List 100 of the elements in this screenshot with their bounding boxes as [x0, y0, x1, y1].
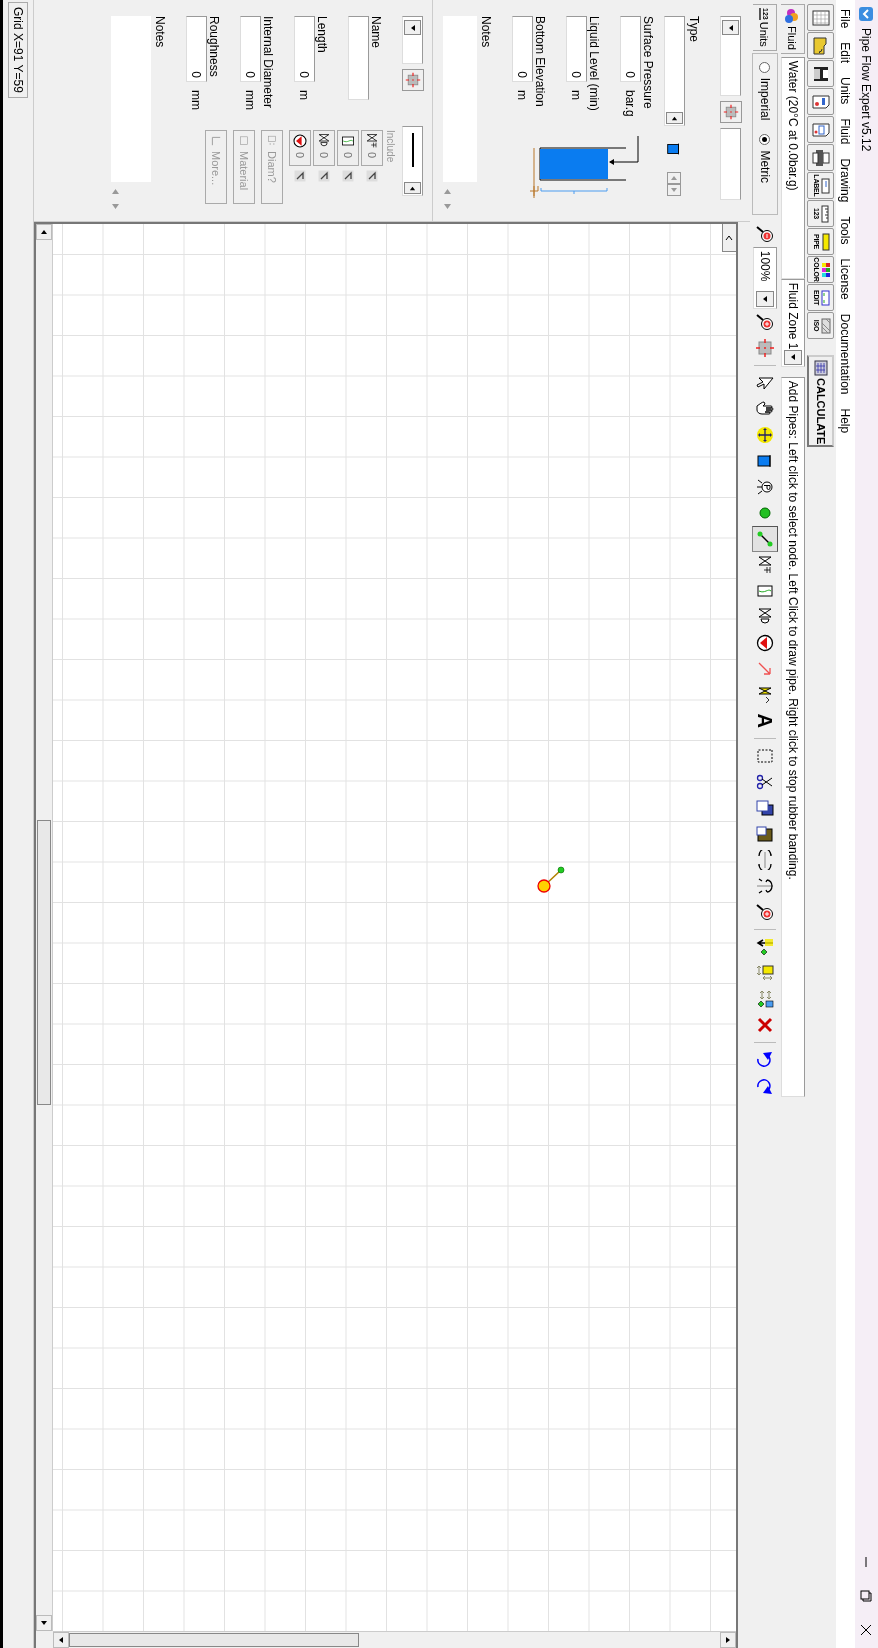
menu-item[interactable]: Help [838, 401, 853, 441]
marker-icon [294, 170, 306, 182]
frame-icon [821, 287, 832, 308]
scroll-left-icon [40, 228, 48, 236]
unit-label: bar.g [623, 90, 638, 117]
tool-button[interactable]: A [752, 707, 778, 734]
tag-icon [821, 175, 832, 196]
copy-icon [755, 797, 775, 818]
scroll-thumb[interactable] [37, 820, 51, 1105]
input-field[interactable]: 0 [186, 16, 207, 82]
chevron-icon [725, 233, 734, 242]
input-field[interactable] [348, 16, 369, 100]
ruler-icon [821, 203, 832, 224]
dropdown-arrow-icon [409, 23, 417, 32]
pump-icon [292, 133, 308, 149]
status-hint: Add Pipes: Left click to select node. Left Click to draw pipe. Right click to stop rubber banding. [781, 376, 805, 1097]
paste-icon [755, 823, 775, 844]
input-field[interactable]: 0 [240, 16, 261, 82]
text-tool-label: A [755, 713, 775, 728]
unit-label: m [297, 90, 312, 100]
fluid-field[interactable]: Water (20°C at 0.0bar.g) [781, 56, 805, 279]
line-icon [411, 133, 415, 167]
scroll-up-button[interactable] [720, 1632, 736, 1648]
pipe-dropdown[interactable] [402, 16, 424, 64]
calculate-button[interactable]: CALCULATE [807, 355, 835, 447]
grid-page-icon [811, 7, 831, 28]
field-label: Internal Diameter [261, 16, 274, 111]
calculator-icon [814, 360, 828, 376]
scroll-right-icon [40, 1619, 48, 1627]
pipe-sketch-drawing [536, 864, 566, 894]
fitting-button[interactable]: 0 [337, 130, 359, 166]
control-valve-icon [316, 133, 332, 149]
undo-icon [755, 1049, 775, 1070]
pump-icon [755, 632, 775, 653]
valve-icon [364, 133, 380, 149]
dropdown-arrow-icon [761, 294, 769, 303]
fitting-button[interactable]: 0 [313, 130, 335, 166]
resize-icon [755, 962, 775, 983]
field-label: Name [369, 16, 382, 50]
dropdown-arrow-icon [789, 353, 797, 362]
printer-icon [811, 147, 831, 168]
menu-item[interactable]: Edit [838, 35, 853, 71]
type-list[interactable] [664, 16, 685, 126]
corner-icon [210, 135, 222, 147]
toolbar-button[interactable] [807, 144, 835, 171]
field-label: Notes [153, 16, 166, 50]
target-button[interactable] [402, 69, 424, 91]
dotted-square-icon [266, 135, 278, 147]
scroll-thumb[interactable] [69, 1633, 359, 1647]
tool-button[interactable] [752, 525, 778, 552]
magnifier-minus-icon [755, 223, 775, 244]
window-title: Pipe Flow Expert v5.12 [859, 28, 874, 154]
collapse-button[interactable] [722, 224, 736, 252]
toolbar-button[interactable] [807, 60, 835, 87]
scroll-left-icon [671, 114, 678, 122]
input-field[interactable]: 0 [620, 16, 641, 82]
field-label: Type [687, 16, 700, 44]
scroll-left-icon [409, 184, 417, 192]
marker-icon [366, 170, 378, 182]
hatch-icon [821, 315, 832, 336]
insert-node-icon [755, 936, 775, 957]
close-icon[interactable] [860, 1624, 873, 1636]
fitting-button[interactable]: 0 [361, 130, 383, 166]
target-button[interactable] [720, 101, 742, 123]
unit-label: m [569, 90, 584, 100]
input-field[interactable]: 0 [512, 16, 533, 82]
menu-item[interactable]: Fluid [838, 111, 853, 152]
node-dropdown[interactable] [720, 16, 742, 96]
pipe-bar-icon [821, 231, 832, 252]
menu-item[interactable]: File [838, 2, 853, 36]
field-label: Bottom Elevation [533, 16, 546, 109]
include-label: Include [385, 130, 396, 165]
scroll-left-button[interactable] [36, 224, 52, 240]
target-icon [755, 337, 775, 358]
app-logo-icon [858, 6, 875, 22]
fluid-tab[interactable]: Fluid [781, 4, 805, 54]
input-field[interactable]: 0 [294, 16, 315, 82]
field-label: Length [315, 16, 328, 55]
fluid-zone-dropdown[interactable]: Fluid Zone 1 [781, 278, 805, 367]
menu-item[interactable]: Tools [838, 209, 853, 252]
menu-item[interactable]: Units [838, 70, 853, 112]
scroll-up-icon [724, 1636, 732, 1644]
menu-item[interactable]: Drawing [838, 151, 853, 210]
line-style-dropdown[interactable] [402, 126, 424, 196]
fitting-button[interactable]: 0 [289, 130, 311, 166]
field-label: Roughness [207, 16, 220, 79]
input-field[interactable] [720, 128, 742, 200]
status-text: Grid X=91 Y=59 [8, 2, 28, 98]
input-field[interactable]: 0 [566, 16, 587, 82]
field-label: Surface Pressure [641, 16, 654, 111]
field-label: Liquid Level (min) [587, 16, 600, 113]
menu-item[interactable]: Documentation [838, 306, 853, 402]
zoom-dropdown[interactable]: 100% [753, 246, 777, 309]
scroll-right-button[interactable] [36, 1615, 52, 1631]
radio-button[interactable]: Metric [758, 134, 772, 184]
move-icon [755, 424, 775, 445]
menu-item[interactable]: License [838, 251, 853, 307]
radio-button[interactable]: Imperial [758, 61, 772, 121]
scroll-down-button[interactable] [53, 1632, 69, 1648]
maximize-icon[interactable] [860, 1590, 873, 1602]
